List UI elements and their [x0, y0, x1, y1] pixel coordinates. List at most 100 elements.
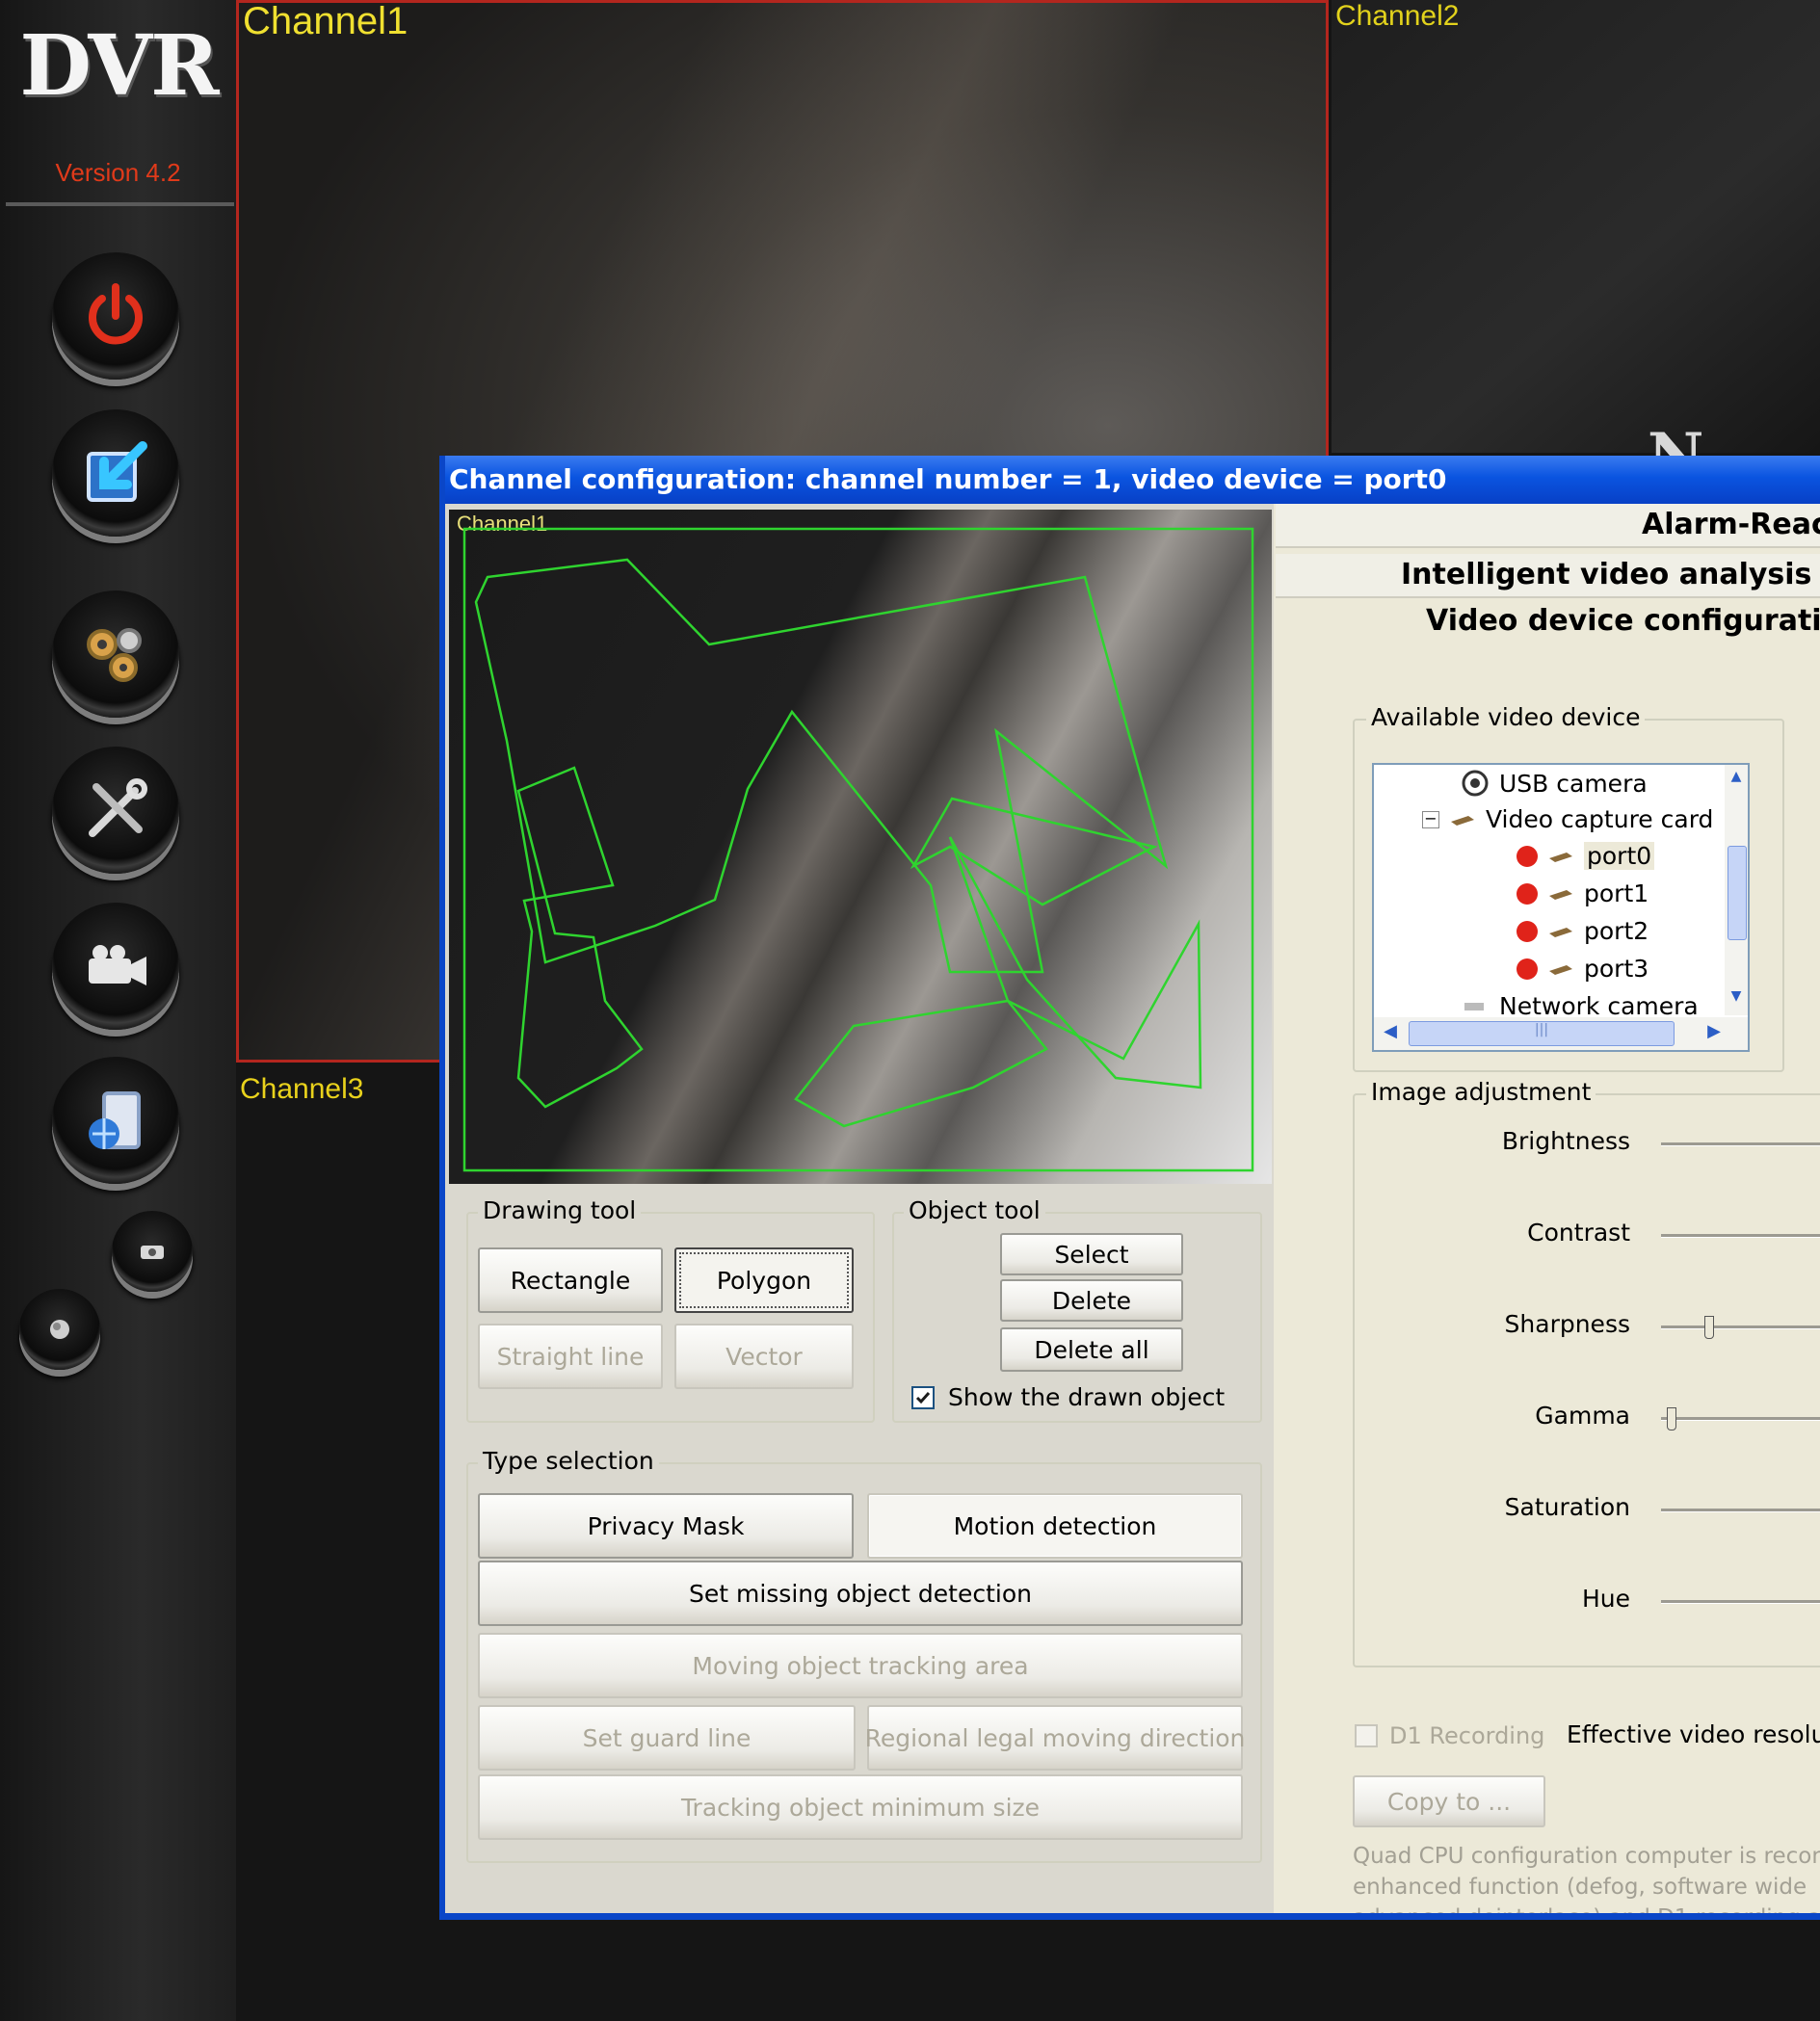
object-tool-group: Object tool Select Delete Delete all Sho… — [892, 1196, 1262, 1423]
slider-sharpness[interactable] — [1661, 1325, 1820, 1329]
port2-label: port2 — [1584, 917, 1649, 945]
slider-brightness[interactable] — [1661, 1142, 1820, 1146]
cpu-note-line-1: Quad CPU configuration computer is recon — [1353, 1844, 1820, 1869]
polygon-button[interactable]: Polygon — [674, 1247, 854, 1313]
tree-item-port0[interactable]: port0 — [1517, 842, 1655, 870]
collapse-toggle-icon[interactable]: − — [1422, 810, 1439, 828]
slider-thumb-gamma[interactable] — [1666, 1407, 1676, 1430]
port0-status-icon — [1517, 845, 1538, 867]
adjust-label-contrast: Contrast — [1527, 1219, 1630, 1247]
adjust-label-gamma: Gamma — [1535, 1402, 1630, 1430]
tab-video-device-config[interactable]: Video device configuratio — [1276, 600, 1820, 643]
delete-all-button[interactable]: Delete all — [1000, 1327, 1183, 1372]
webcam-icon — [1462, 770, 1489, 797]
tree-vscroll-thumb[interactable] — [1728, 846, 1747, 940]
privacy-polygon-1[interactable] — [474, 558, 1169, 974]
motion-polygon-1[interactable] — [910, 797, 1158, 906]
adjust-label-saturation: Saturation — [1504, 1493, 1630, 1521]
vector-button[interactable]: Vector — [674, 1324, 854, 1389]
guard-line-button[interactable]: Set guard line — [478, 1705, 856, 1771]
power-icon — [89, 283, 143, 345]
tab-intelligent-video[interactable]: Intelligent video analysis — [1276, 554, 1820, 598]
adjust-label-hue: Hue — [1581, 1585, 1630, 1613]
tree-item-port2[interactable]: port2 — [1517, 917, 1649, 945]
tree-hscrollbar[interactable]: ◀ ||| ▶ — [1374, 1017, 1748, 1050]
network-computer-icon — [89, 1091, 141, 1149]
d1-recording-checkbox[interactable] — [1355, 1724, 1378, 1747]
device-tree[interactable]: USB camera − Video capture card port0 po… — [1372, 763, 1750, 1052]
type-selection-group: Type selection Privacy Mask Motion detec… — [466, 1447, 1262, 1863]
small-settings-button[interactable] — [112, 1211, 193, 1292]
network-button[interactable] — [52, 1057, 179, 1184]
scroll-down-icon[interactable]: ▼ — [1728, 988, 1745, 1008]
channel2-view[interactable] — [1332, 0, 1820, 453]
slider-saturation[interactable] — [1661, 1509, 1820, 1512]
tree-item-network-camera[interactable]: Network camera — [1461, 992, 1699, 1020]
type-selection-legend: Type selection — [478, 1447, 659, 1475]
motion-detection-button[interactable]: Motion detection — [867, 1493, 1243, 1559]
network-camera-icon — [1464, 1002, 1484, 1010]
rectangle-button[interactable]: Rectangle — [478, 1247, 663, 1313]
tree-item-usb-camera[interactable]: USB camera — [1461, 769, 1648, 798]
available-device-legend: Available video device — [1366, 703, 1646, 731]
channel1-label: Channel1 — [243, 0, 409, 42]
scroll-up-icon[interactable]: ▲ — [1728, 769, 1745, 788]
tree-item-port3[interactable]: port3 — [1517, 955, 1649, 983]
copy-to-button[interactable]: Copy to ... — [1353, 1775, 1545, 1827]
effective-resolution-label: Effective video resolu — [1567, 1720, 1820, 1748]
slider-thumb-sharpness[interactable] — [1703, 1316, 1714, 1339]
slider-gamma[interactable] — [1661, 1417, 1820, 1421]
adjust-label-brightness: Brightness — [1501, 1127, 1630, 1155]
port1-label: port1 — [1584, 879, 1649, 907]
tree-hscroll-thumb[interactable]: ||| — [1409, 1021, 1675, 1046]
d1-recording-row: D1 Recording — [1355, 1722, 1544, 1749]
small-speaker-icon — [50, 1320, 69, 1339]
small-speaker-button[interactable] — [19, 1289, 100, 1370]
channel3-label: Channel3 — [240, 1073, 364, 1105]
moving-tracking-button[interactable]: Moving object tracking area — [478, 1633, 1243, 1698]
sidebar-divider — [6, 202, 234, 206]
scroll-right-icon[interactable]: ▶ — [1701, 1021, 1727, 1046]
missing-object-button[interactable]: Set missing object detection — [478, 1561, 1243, 1626]
port2-status-icon — [1517, 920, 1538, 942]
power-button[interactable] — [52, 252, 179, 380]
tools-button[interactable] — [52, 747, 179, 874]
tree-item-port1[interactable]: port1 — [1517, 879, 1649, 907]
straight-line-button[interactable]: Straight line — [478, 1324, 663, 1389]
drawn-regions[interactable] — [449, 510, 1272, 1184]
checkmark-icon — [915, 1391, 931, 1404]
motion-rectangle[interactable] — [462, 527, 1254, 1172]
tree-item-capture-card[interactable]: − Video capture card — [1422, 805, 1713, 833]
dialog-title[interactable]: Channel configuration: channel number = … — [445, 456, 1820, 504]
scroll-left-icon[interactable]: ◀ — [1378, 1021, 1403, 1046]
show-drawn-checkbox[interactable] — [911, 1385, 935, 1409]
port2-card-icon — [1549, 927, 1572, 937]
motion-polygon-3[interactable] — [794, 999, 1048, 1128]
tracking-min-size-button[interactable]: Tracking object minimum size — [478, 1774, 1243, 1840]
image-adjustment-legend: Image adjustment — [1366, 1078, 1596, 1106]
available-device-group: Available video device USB camera − Vide… — [1353, 703, 1784, 1072]
privacy-mask-button[interactable]: Privacy Mask — [478, 1493, 854, 1559]
motion-polygon-2[interactable] — [948, 836, 1202, 1089]
drawing-tool-legend: Drawing tool — [478, 1196, 642, 1224]
login-button[interactable] — [52, 409, 179, 537]
port3-status-icon — [1517, 958, 1538, 980]
d1-recording-label: D1 Recording — [1389, 1722, 1545, 1749]
slider-contrast[interactable] — [1661, 1234, 1820, 1238]
port1-card-icon — [1549, 889, 1572, 900]
right-pane: Alarm-Reac Intelligent video analysis Vi… — [1276, 504, 1820, 1913]
sidebar: DVR Version 4.2 — [0, 0, 236, 2021]
legal-direction-button[interactable]: Regional legal moving direction — [865, 1705, 1245, 1771]
small-settings-icon — [141, 1246, 164, 1259]
settings-button[interactable] — [52, 591, 179, 718]
tab-alarm-reaction[interactable]: Alarm-Reac — [1276, 504, 1820, 548]
video-preview[interactable]: Channel1 — [449, 510, 1272, 1184]
camera-button[interactable] — [52, 903, 179, 1030]
tree-vscrollbar[interactable]: ▲ ▼ — [1725, 765, 1748, 1015]
usb-camera-label: USB camera — [1499, 769, 1648, 798]
port3-card-icon — [1549, 964, 1572, 975]
delete-button[interactable]: Delete — [1000, 1279, 1183, 1322]
select-button[interactable]: Select — [1000, 1233, 1183, 1275]
slider-hue[interactable] — [1661, 1600, 1820, 1604]
login-arrow-icon — [87, 441, 147, 502]
